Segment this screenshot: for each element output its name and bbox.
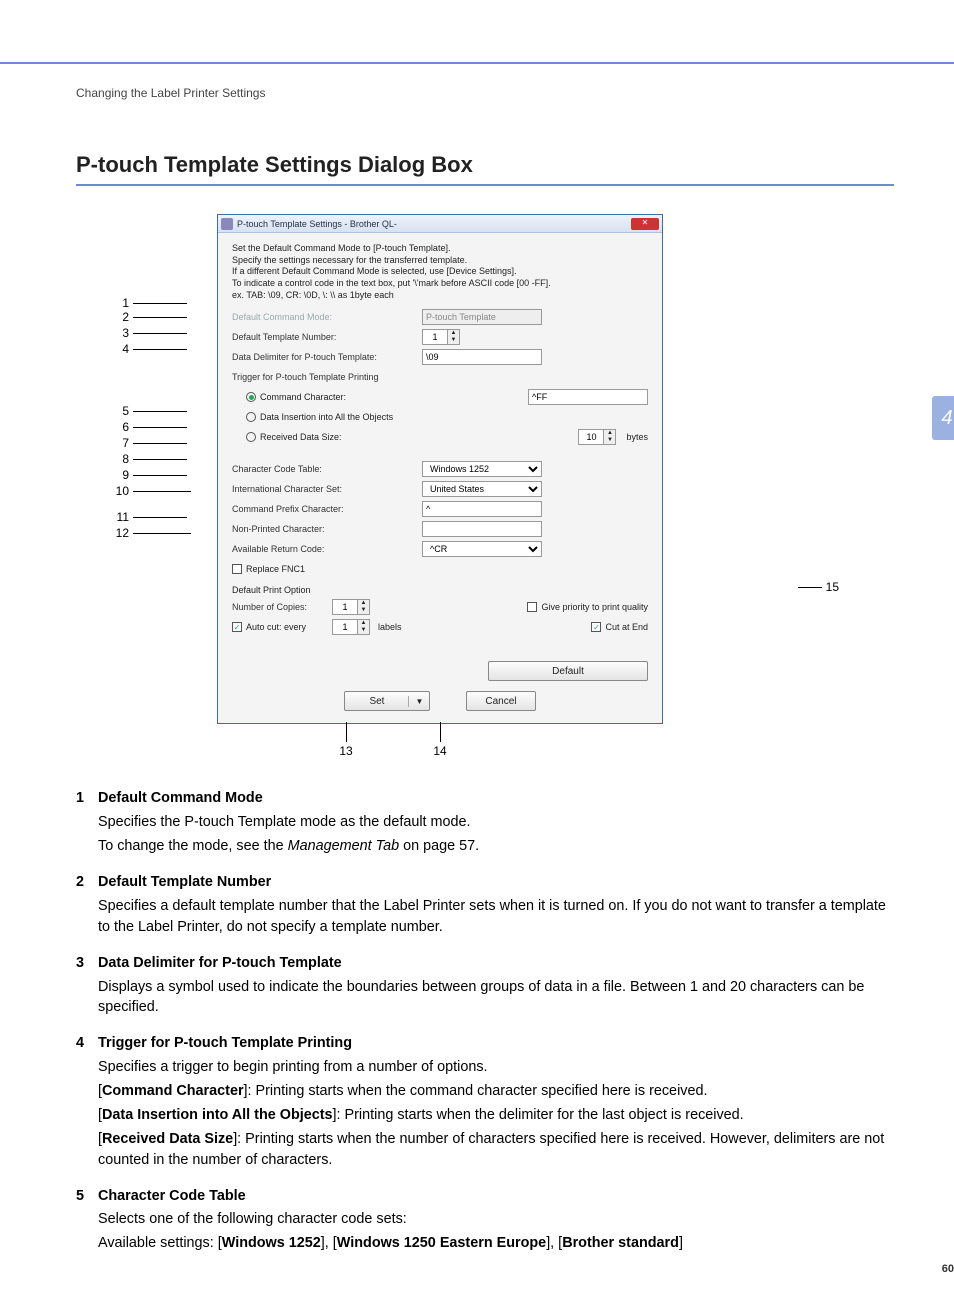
- non-printed-input[interactable]: [422, 521, 542, 537]
- definition-number: 4: [76, 1033, 98, 1173]
- definition-head: Default Template Number: [98, 872, 894, 893]
- num-copies-label: Number of Copies:: [232, 602, 332, 612]
- data-insertion-radio[interactable]: Data Insertion into All the Objects: [246, 412, 393, 422]
- labels-unit: labels: [378, 622, 402, 632]
- auto-cut-checkbox[interactable]: ✓Auto cut: every: [232, 622, 332, 632]
- priority-quality-checkbox[interactable]: Give priority to print quality: [527, 602, 648, 612]
- breadcrumb: Changing the Label Printer Settings: [76, 86, 894, 100]
- callout-10: 10: [115, 484, 133, 498]
- definition-head: Character Code Table: [98, 1186, 894, 1207]
- default-command-mode-select: [422, 309, 542, 325]
- received-data-size-spin[interactable]: ▲▼: [578, 429, 618, 445]
- dialog-title: P-touch Template Settings - Brother QL-: [237, 219, 397, 229]
- set-button[interactable]: Set▼: [344, 691, 430, 711]
- callout-8: 8: [115, 452, 133, 466]
- callout-7: 7: [115, 436, 133, 450]
- default-template-number-spin[interactable]: ▲▼: [422, 329, 462, 345]
- auto-cut-every-spin[interactable]: ▲▼: [332, 619, 372, 635]
- default-print-option-label: Default Print Option: [232, 585, 648, 595]
- page-number: 60: [942, 1263, 954, 1275]
- default-command-mode-label: Default Command Mode:: [232, 312, 422, 322]
- definition-number: 1: [76, 788, 98, 860]
- callout-14: 14: [425, 744, 455, 758]
- definition-text: Available settings: [Windows 1252], [Win…: [98, 1233, 894, 1254]
- cmd-prefix-label: Command Prefix Character:: [232, 504, 422, 514]
- callout-2: 2: [115, 310, 133, 324]
- data-delimiter-input[interactable]: [422, 349, 542, 365]
- callout-6: 6: [115, 420, 133, 434]
- definition-text: Selects one of the following character c…: [98, 1209, 894, 1230]
- cut-at-end-checkbox[interactable]: ✓Cut at End: [591, 622, 648, 632]
- definition-text: Specifies the P-touch Template mode as t…: [98, 812, 894, 833]
- non-printed-label: Non-Printed Character:: [232, 524, 422, 534]
- side-tab: 4: [932, 396, 954, 440]
- callout-4: 4: [115, 342, 133, 356]
- app-icon: [221, 218, 233, 230]
- intl-char-set-select[interactable]: United States: [422, 481, 542, 497]
- callout-1: 1: [115, 296, 133, 310]
- char-code-table-label: Character Code Table:: [232, 464, 422, 474]
- definition-text: Specifies a default template number that…: [98, 896, 894, 938]
- close-icon[interactable]: ✕: [631, 218, 659, 230]
- replace-fnc1-checkbox[interactable]: Replace FNC1: [232, 564, 305, 574]
- data-delimiter-label: Data Delimiter for P-touch Template:: [232, 352, 422, 362]
- trigger-group-label: Trigger for P-touch Template Printing: [232, 372, 422, 382]
- command-character-radio[interactable]: Command Character:: [246, 392, 346, 402]
- callout-9: 9: [115, 468, 133, 482]
- command-character-input[interactable]: [528, 389, 648, 405]
- callout-3: 3: [115, 326, 133, 340]
- definition-number: 3: [76, 953, 98, 1022]
- num-copies-spin[interactable]: ▲▼: [332, 599, 372, 615]
- cmd-prefix-input[interactable]: [422, 501, 542, 517]
- definition-head: Trigger for P-touch Template Printing: [98, 1033, 894, 1054]
- default-button[interactable]: Default: [488, 661, 648, 681]
- callout-15: 15: [826, 580, 839, 594]
- definitions-list: 1Default Command Mode Specifies the P-tou…: [76, 788, 894, 1257]
- definition-text: [Command Character]: Printing starts whe…: [98, 1081, 894, 1102]
- definition-head: Data Delimiter for P-touch Template: [98, 953, 894, 974]
- intl-char-set-label: International Character Set:: [232, 484, 422, 494]
- definition-text: Specifies a trigger to begin printing fr…: [98, 1057, 894, 1078]
- received-data-size-radio[interactable]: Received Data Size:: [246, 432, 342, 442]
- return-code-select[interactable]: ^CR: [422, 541, 542, 557]
- return-code-label: Available Return Code:: [232, 544, 422, 554]
- cancel-button[interactable]: Cancel: [466, 691, 535, 711]
- definition-head: Default Command Mode: [98, 788, 894, 809]
- char-code-table-select[interactable]: Windows 1252: [422, 461, 542, 477]
- chevron-down-icon[interactable]: ▼: [409, 697, 429, 706]
- definition-number: 2: [76, 872, 98, 941]
- screenshot-figure: 1 2 3 4 5 6 7 8 9 10 11 12 15 P-touch Te…: [165, 214, 805, 724]
- definition-text: [Received Data Size]: Printing starts wh…: [98, 1129, 894, 1171]
- definition-number: 5: [76, 1186, 98, 1258]
- callout-12: 12: [115, 526, 133, 540]
- definition-text: [Data Insertion into All the Objects]: P…: [98, 1105, 894, 1126]
- bytes-unit: bytes: [626, 432, 648, 442]
- definition-text: To change the mode, see the Management T…: [98, 836, 894, 857]
- page-title: P-touch Template Settings Dialog Box: [76, 152, 894, 186]
- callout-13: 13: [331, 744, 361, 758]
- callout-11: 11: [115, 510, 133, 524]
- dialog-intro: Set the Default Command Mode to [P-touch…: [232, 243, 648, 301]
- callout-5: 5: [115, 404, 133, 418]
- definition-text: Displays a symbol used to indicate the b…: [98, 977, 894, 1019]
- dialog-window: P-touch Template Settings - Brother QL- …: [217, 214, 663, 724]
- default-template-number-label: Default Template Number:: [232, 332, 422, 342]
